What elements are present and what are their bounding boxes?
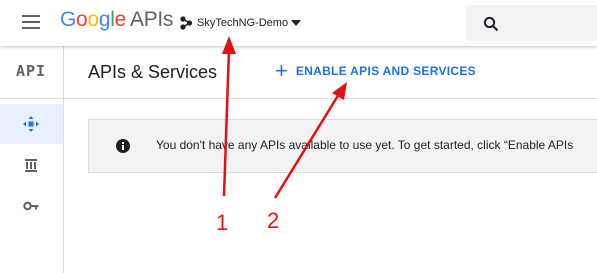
logo-letter: g bbox=[98, 8, 111, 31]
project-selector[interactable]: SkyTechNG-Demo bbox=[180, 13, 302, 33]
enable-apis-button[interactable]: + ENABLE APIS AND SERVICES bbox=[275, 60, 476, 82]
logo-letter: o bbox=[76, 8, 88, 31]
left-nav-rail: API bbox=[0, 46, 64, 273]
rail-item-library[interactable] bbox=[0, 145, 63, 185]
logo-letter: G bbox=[60, 8, 77, 31]
page-header: APIs & Services + ENABLE APIS AND SERVIC… bbox=[63, 46, 597, 99]
logo-letter: o bbox=[87, 8, 99, 31]
enable-apis-label: ENABLE APIS AND SERVICES bbox=[295, 64, 476, 78]
annotation-label-2: 2 bbox=[267, 208, 280, 233]
page-title: APIs & Services bbox=[88, 62, 218, 82]
rail-item-credentials[interactable] bbox=[0, 186, 63, 226]
google-apis-logo[interactable]: Google APIs bbox=[60, 8, 173, 32]
library-icon bbox=[25, 159, 37, 172]
key-icon bbox=[23, 201, 39, 211]
info-message: You don't have any APIs available to use… bbox=[156, 138, 574, 152]
info-icon bbox=[116, 139, 130, 153]
logo-letter: e bbox=[114, 8, 127, 31]
rail-item-dashboard[interactable] bbox=[0, 104, 63, 144]
logo-suffix: APIs bbox=[129, 8, 174, 31]
project-name: SkyTechNG-Demo bbox=[197, 17, 289, 29]
hamburger-menu-icon[interactable] bbox=[22, 15, 42, 31]
annotation-label-1: 1 bbox=[216, 210, 229, 235]
search-icon bbox=[483, 16, 499, 32]
rail-divider bbox=[0, 98, 63, 99]
caret-down-icon bbox=[291, 20, 302, 26]
project-nodes-icon bbox=[180, 16, 192, 30]
top-app-bar: Google APIs SkyTechNG-Demo bbox=[0, 0, 597, 46]
dashboard-diamond-icon bbox=[23, 116, 39, 132]
search-bar[interactable] bbox=[466, 5, 597, 41]
api-rail-logo: API bbox=[16, 62, 47, 80]
plus-icon: + bbox=[275, 58, 288, 83]
info-banner: You don't have any APIs available to use… bbox=[88, 119, 597, 173]
